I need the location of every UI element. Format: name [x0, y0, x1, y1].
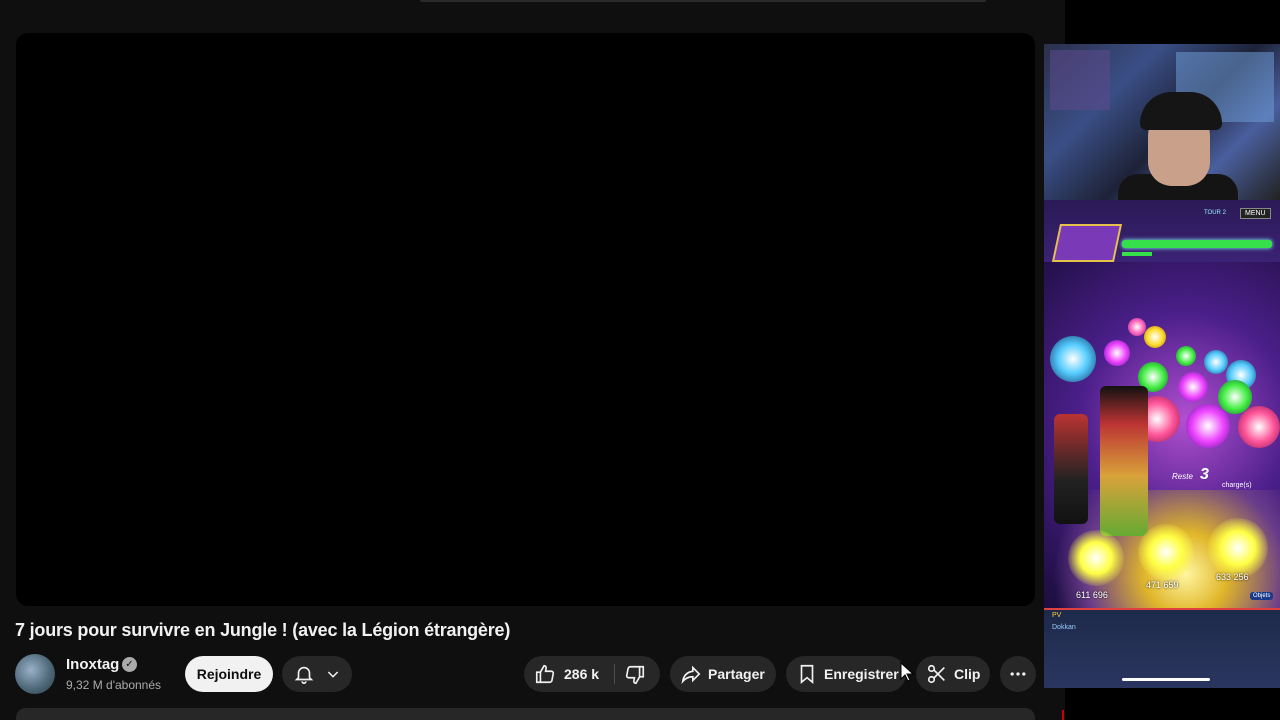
- like-divider: [614, 664, 615, 684]
- join-button[interactable]: Rejoindre: [185, 656, 273, 692]
- damage-value: 611 696: [1076, 590, 1108, 600]
- like-count[interactable]: 286 k: [564, 666, 599, 682]
- ki-sphere: [1144, 326, 1166, 348]
- join-label: Rejoindre: [196, 666, 262, 682]
- scissors-icon: [926, 663, 948, 685]
- clip-label: Clip: [954, 666, 981, 682]
- ki-sphere: [1186, 404, 1230, 448]
- hp-label: PV: [1052, 612, 1062, 619]
- channel-avatar[interactable]: [15, 654, 55, 694]
- damage-value: 471 659: [1146, 580, 1179, 590]
- items-button: Objets: [1250, 592, 1274, 600]
- video-player[interactable]: [16, 33, 1035, 606]
- masthead-edge: [420, 0, 986, 2]
- ki-sphere: [1176, 346, 1196, 366]
- share-button[interactable]: Partager: [670, 656, 776, 692]
- ki-sphere: [1104, 340, 1130, 366]
- clip-button[interactable]: Clip: [916, 656, 990, 692]
- more-horizontal-icon: [1008, 664, 1028, 684]
- ki-sphere: [1178, 372, 1208, 402]
- mouse-cursor-icon: [900, 661, 915, 687]
- turn-label: TOUR 2: [1204, 210, 1226, 216]
- ally-character: [1100, 386, 1148, 536]
- ally-character: [1054, 414, 1088, 524]
- subscriber-count: 9,32 M d'abonnés: [66, 678, 162, 692]
- game-screen: TOUR 2 MENU Reste 3 charge(s) 611 696 47…: [1044, 200, 1280, 688]
- enemy-hp-bar-secondary: [1122, 252, 1152, 256]
- video-title: 7 jours pour survivre en Jungle ! (avec …: [15, 620, 511, 640]
- dokkan-label: Dokkan: [1052, 624, 1076, 631]
- enemy-portrait: [1051, 224, 1123, 262]
- game-bottom-hud: [1044, 608, 1280, 688]
- enemy-hp-bar: [1122, 240, 1272, 248]
- ki-sphere: [1050, 336, 1096, 382]
- bell-icon: [293, 663, 315, 685]
- wall-poster: [1050, 50, 1110, 110]
- ki-sphere: [1128, 318, 1146, 336]
- remaining-count: 3: [1200, 466, 1209, 483]
- channel-name[interactable]: Inoxtag: [66, 656, 119, 673]
- share-icon: [680, 663, 702, 685]
- webcam-feed: [1044, 44, 1280, 204]
- thumbs-down-icon[interactable]: [624, 664, 646, 686]
- home-indicator: [1122, 678, 1210, 681]
- ki-sphere: [1204, 350, 1228, 374]
- save-button[interactable]: Enregistrer: [786, 656, 906, 692]
- like-dislike-group: 286 k: [524, 656, 660, 692]
- thumbs-up-icon[interactable]: [534, 663, 556, 685]
- notifications-button[interactable]: [282, 656, 352, 692]
- verified-check-icon: ✓: [122, 657, 137, 672]
- save-label: Enregistrer: [824, 666, 899, 682]
- more-actions-button[interactable]: [1000, 656, 1036, 692]
- ki-sphere: [1238, 406, 1280, 448]
- charges-label: charge(s): [1222, 482, 1252, 489]
- damage-value: 633 256: [1216, 572, 1249, 582]
- remaining-label: Reste: [1172, 472, 1193, 481]
- ki-burst: [1138, 524, 1194, 580]
- bookmark-icon: [796, 663, 818, 685]
- game-menu-button: MENU: [1240, 208, 1271, 219]
- stream-overlay: TOUR 2 MENU Reste 3 charge(s) 611 696 47…: [1044, 44, 1280, 688]
- description-box[interactable]: [16, 708, 1035, 720]
- ki-burst: [1068, 530, 1124, 586]
- share-label: Partager: [708, 666, 765, 682]
- streamer-cap: [1140, 92, 1222, 130]
- scroll-indicator: [1062, 710, 1064, 720]
- ki-burst: [1208, 518, 1268, 578]
- chevron-down-icon: [325, 666, 341, 682]
